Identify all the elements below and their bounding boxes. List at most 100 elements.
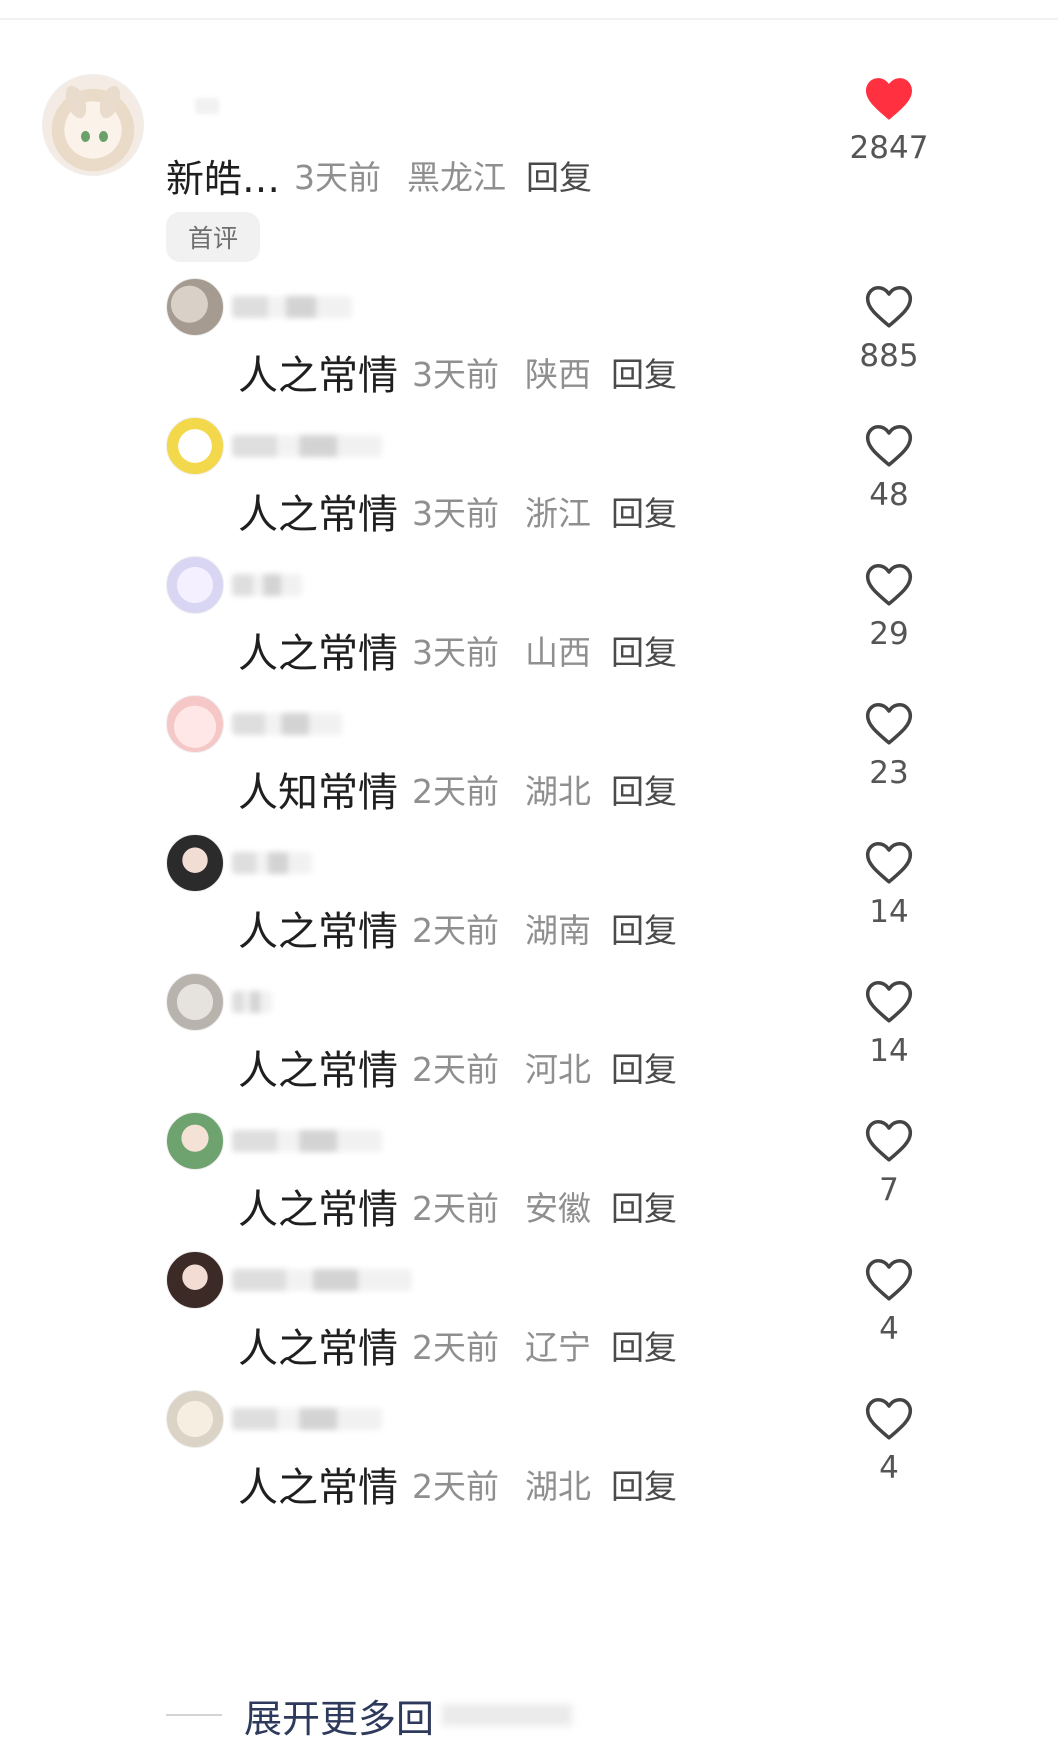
reply-button[interactable]: 回复 bbox=[611, 765, 677, 813]
replier-avatar[interactable] bbox=[166, 278, 224, 336]
reply-button[interactable]: 回复 bbox=[526, 151, 592, 199]
reply-line: 人之常情 3天前 浙江 回复 bbox=[238, 485, 677, 538]
like-count: 885 bbox=[859, 338, 919, 374]
reply-text: 人之常情 bbox=[238, 492, 398, 538]
like-button[interactable]: 4 bbox=[834, 1396, 944, 1486]
like-button[interactable]: 29 bbox=[834, 562, 944, 652]
like-count: 4 bbox=[879, 1450, 899, 1486]
heart-outline-icon[interactable] bbox=[863, 284, 915, 330]
top-divider bbox=[0, 18, 1058, 20]
like-count: 23 bbox=[869, 755, 909, 791]
reply-line: 人之常情 2天前 湖北 回复 bbox=[238, 1458, 677, 1511]
reply-text: 人之常情 bbox=[238, 631, 398, 677]
expand-more-replies[interactable]: 展开更多回 bbox=[166, 1688, 573, 1743]
replier-name-blurred bbox=[232, 1130, 382, 1152]
heart-outline-icon[interactable] bbox=[863, 979, 915, 1025]
reply-line: 人之常情 3天前 山西 回复 bbox=[238, 624, 677, 677]
replier-avatar[interactable] bbox=[166, 834, 224, 892]
replier-name-blurred bbox=[232, 991, 272, 1013]
replier-name-blurred bbox=[232, 713, 342, 735]
reply-line: 人之常情 3天前 陕西 回复 bbox=[238, 346, 677, 399]
replier-avatar[interactable] bbox=[166, 1390, 224, 1448]
reply-time: 3天前 bbox=[412, 355, 499, 394]
heart-outline-icon[interactable] bbox=[863, 562, 915, 608]
reply-time: 2天前 bbox=[412, 1189, 499, 1228]
reply-text: 人之常情 bbox=[238, 1187, 398, 1233]
reply-text: 人之常情 bbox=[238, 909, 398, 955]
reply-button[interactable]: 回复 bbox=[611, 1043, 677, 1091]
reply-button[interactable]: 回复 bbox=[611, 487, 677, 535]
like-button[interactable]: 885 bbox=[834, 284, 944, 374]
like-count: 29 bbox=[869, 616, 909, 652]
reply-location: 湖北 bbox=[525, 772, 591, 811]
like-button[interactable]: 14 bbox=[834, 979, 944, 1069]
reply-time: 2天前 bbox=[412, 1328, 499, 1367]
reply-text: 人之常情 bbox=[238, 1465, 398, 1511]
replier-avatar[interactable] bbox=[166, 556, 224, 614]
replier-avatar[interactable] bbox=[166, 973, 224, 1031]
reply-text: 人之常情 bbox=[238, 353, 398, 399]
heart-outline-icon[interactable] bbox=[863, 423, 915, 469]
reply-line: 人之常情 2天前 安徽 回复 bbox=[238, 1180, 677, 1233]
reply-button[interactable]: 回复 bbox=[611, 626, 677, 674]
replier-name-blurred bbox=[232, 1269, 412, 1291]
reply-location: 浙江 bbox=[525, 494, 591, 533]
heart-outline-icon[interactable] bbox=[863, 1118, 915, 1164]
reply-line: 人之常情 2天前 河北 回复 bbox=[238, 1041, 677, 1094]
replier-avatar[interactable] bbox=[166, 1112, 224, 1170]
expand-more-blurred bbox=[442, 1704, 573, 1726]
reply-location: 辽宁 bbox=[525, 1328, 591, 1367]
reply-button[interactable]: 回复 bbox=[611, 904, 677, 952]
heart-filled-icon[interactable] bbox=[863, 76, 915, 122]
reply-time: 2天前 bbox=[412, 911, 499, 950]
reply-time: 2天前 bbox=[412, 1050, 499, 1089]
reply-line: 人之常情 2天前 辽宁 回复 bbox=[238, 1319, 677, 1372]
reply-line: 人知常情 2天前 湖北 回复 bbox=[238, 763, 677, 816]
like-button[interactable]: 14 bbox=[834, 840, 944, 930]
heart-outline-icon[interactable] bbox=[863, 701, 915, 747]
replier-avatar[interactable] bbox=[166, 417, 224, 475]
reply-text: 人知常情 bbox=[238, 770, 398, 816]
commenter-name-blurred bbox=[195, 98, 219, 114]
like-count: 7 bbox=[879, 1172, 899, 1208]
replier-name-blurred bbox=[232, 852, 312, 874]
expand-more-label[interactable]: 展开更多回 bbox=[244, 1688, 434, 1743]
reply-location: 安徽 bbox=[525, 1189, 591, 1228]
like-button[interactable]: 7 bbox=[834, 1118, 944, 1208]
main-comment-text: 新皓… bbox=[166, 156, 281, 201]
like-button[interactable]: 48 bbox=[834, 423, 944, 513]
reply-text: 人之常情 bbox=[238, 1326, 398, 1372]
replier-name-blurred bbox=[232, 296, 352, 318]
reply-button[interactable]: 回复 bbox=[611, 1321, 677, 1369]
main-comment-line: 新皓… 3天前 黑龙江 回复 bbox=[166, 150, 592, 201]
first-comment-badge: 首评 bbox=[166, 212, 260, 262]
like-count: 4 bbox=[879, 1311, 899, 1347]
reply-location: 湖北 bbox=[525, 1467, 591, 1506]
heart-outline-icon[interactable] bbox=[863, 1257, 915, 1303]
reply-text: 人之常情 bbox=[238, 1048, 398, 1094]
reply-time: 3天前 bbox=[412, 494, 499, 533]
reply-location: 湖南 bbox=[525, 911, 591, 950]
like-count: 48 bbox=[869, 477, 909, 513]
main-like-button[interactable]: 2847 bbox=[834, 76, 944, 166]
replier-avatar[interactable] bbox=[166, 695, 224, 753]
reply-line: 人之常情 2天前 湖南 回复 bbox=[238, 902, 677, 955]
reply-location: 河北 bbox=[525, 1050, 591, 1089]
like-count: 14 bbox=[869, 894, 909, 930]
reply-button[interactable]: 回复 bbox=[611, 1460, 677, 1508]
reply-location: 陕西 bbox=[525, 355, 591, 394]
reply-button[interactable]: 回复 bbox=[611, 1182, 677, 1230]
commenter-avatar[interactable] bbox=[42, 74, 144, 176]
like-count: 2847 bbox=[849, 130, 929, 166]
heart-outline-icon[interactable] bbox=[863, 840, 915, 886]
comment-location: 黑龙江 bbox=[407, 158, 507, 197]
reply-location: 山西 bbox=[525, 633, 591, 672]
reply-time: 2天前 bbox=[412, 772, 499, 811]
reply-button[interactable]: 回复 bbox=[611, 348, 677, 396]
like-button[interactable]: 23 bbox=[834, 701, 944, 791]
replier-avatar[interactable] bbox=[166, 1251, 224, 1309]
like-button[interactable]: 4 bbox=[834, 1257, 944, 1347]
comment-time: 3天前 bbox=[294, 158, 382, 197]
heart-outline-icon[interactable] bbox=[863, 1396, 915, 1442]
expand-divider bbox=[166, 1714, 222, 1716]
